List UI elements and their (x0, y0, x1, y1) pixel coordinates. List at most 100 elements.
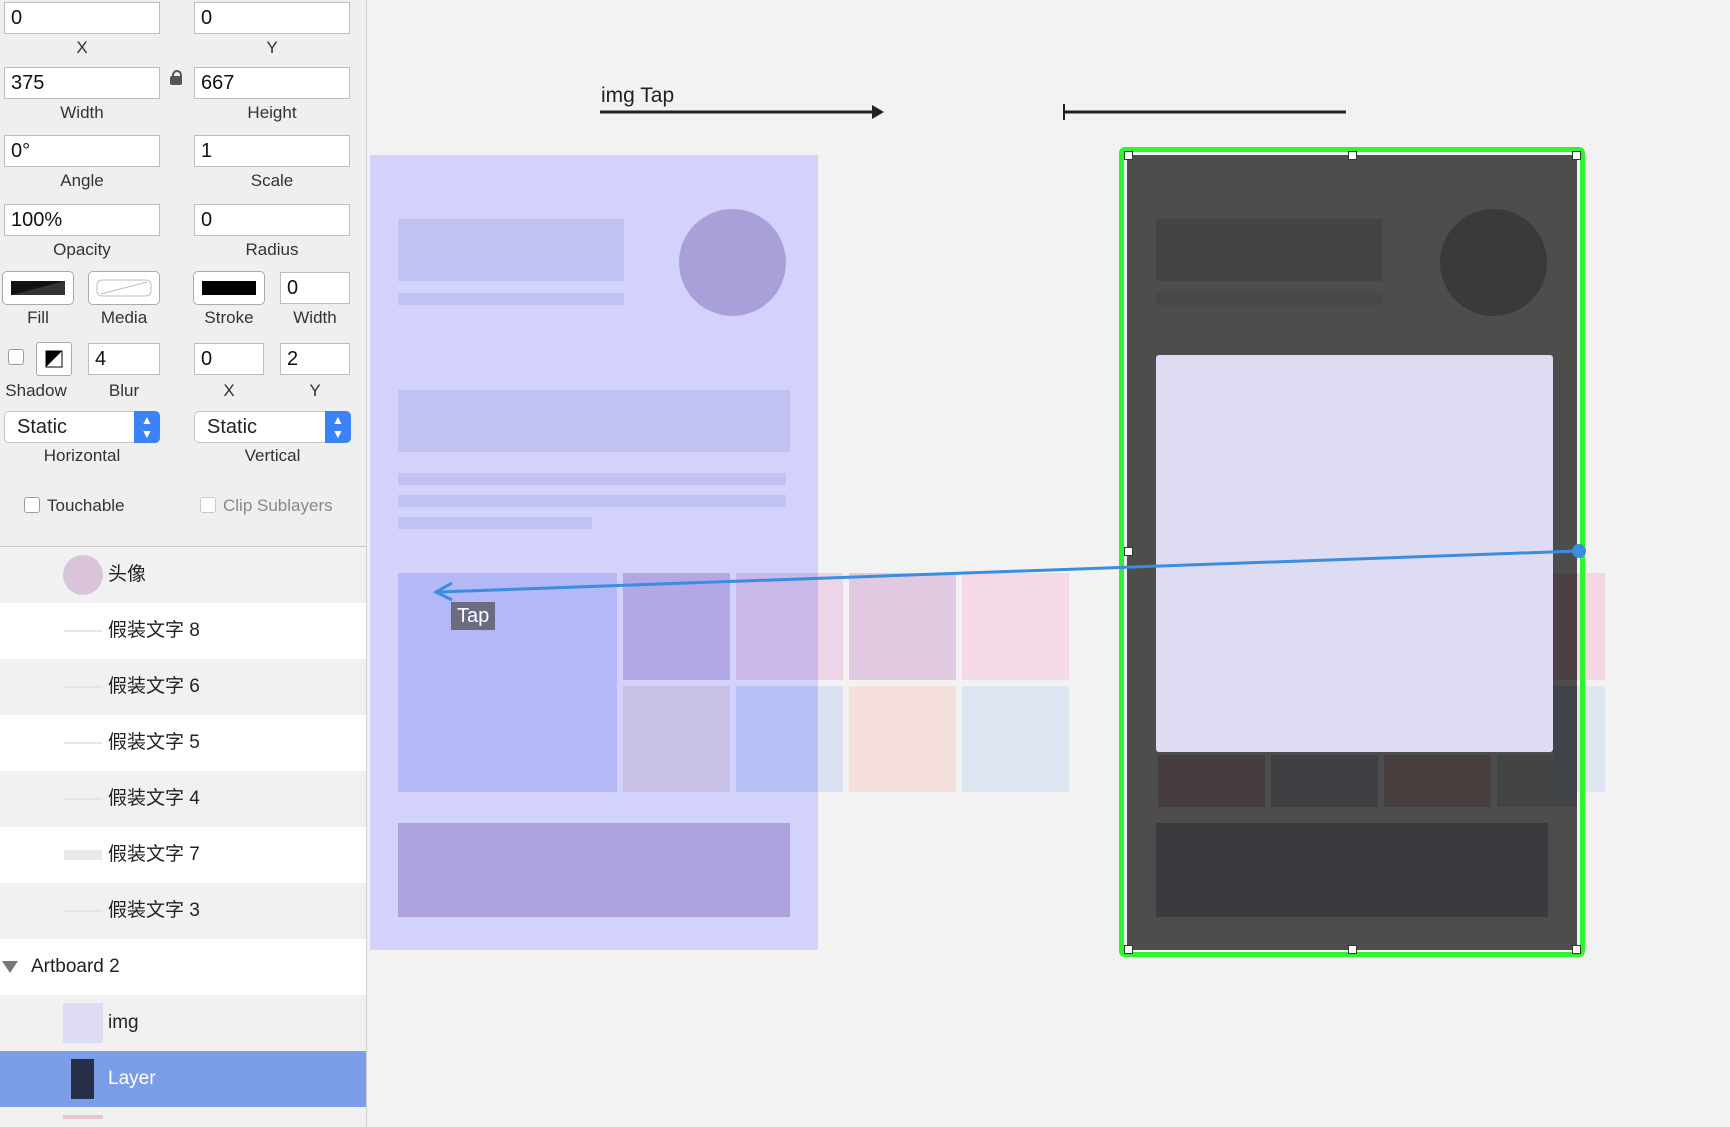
inspector-panel: 0 X 0 Y 375 Width 667 Height 0° Angle 1 … (0, 0, 367, 546)
layer-label: 假装文字 3 (108, 900, 200, 921)
transition-line-icon (1063, 104, 1346, 120)
layer-label: img (108, 1012, 139, 1033)
opacity-caption: Opacity (53, 240, 111, 259)
avatar[interactable] (679, 209, 786, 316)
title-placeholder (398, 219, 624, 281)
resize-handle[interactable] (1124, 945, 1133, 954)
blur-caption: Blur (108, 381, 140, 400)
layer-row-img[interactable]: img (0, 995, 366, 1051)
horizontal-caption: Horizontal (43, 446, 121, 465)
layer-thumbnail-icon (63, 1115, 103, 1119)
text-line-placeholder (398, 495, 786, 507)
layer-label: 假装文字 4 (108, 788, 200, 809)
y-caption: Y (266, 38, 278, 57)
shadow-x-caption: X (223, 381, 235, 400)
x-caption: X (76, 38, 88, 57)
text-thumbnail-icon (64, 910, 102, 912)
horizontal-select-value: Static (17, 416, 68, 438)
shadow-blur-input[interactable]: 4 (88, 343, 160, 375)
shadow-y-caption: Y (309, 381, 321, 400)
layer-row-text3[interactable]: 假装文字 3 (0, 883, 366, 939)
shadow-checkbox[interactable] (8, 349, 24, 365)
lock-ratio-icon[interactable] (170, 70, 182, 85)
fill-caption: Fill (27, 308, 49, 327)
text-line-placeholder (398, 473, 786, 485)
layer-row-partial[interactable] (0, 1107, 366, 1127)
layer-label: 假装文字 6 (108, 676, 200, 697)
layer-row-text8[interactable]: 假装文字 8 (0, 603, 366, 659)
height-caption: Height (247, 103, 297, 122)
grid-tile[interactable] (849, 686, 956, 792)
layer-label: 假装文字 5 (108, 732, 200, 753)
scale-caption: Scale (250, 171, 294, 190)
layer-row-text6[interactable]: 假装文字 6 (0, 659, 366, 715)
layer-label: Artboard 2 (31, 956, 120, 977)
resize-handle[interactable] (1348, 945, 1357, 954)
vertical-caption: Vertical (244, 446, 301, 465)
layer-row-avatar[interactable]: 头像 (0, 547, 366, 603)
layer-row-text7[interactable]: 假装文字 7 (0, 827, 366, 883)
link-connector-icon (432, 544, 1586, 602)
radius-input[interactable]: 0 (194, 204, 350, 236)
subtitle-placeholder (398, 293, 624, 305)
stroke-width-caption: Width (293, 308, 337, 327)
grid-tile[interactable] (623, 686, 730, 792)
shadow-x-input[interactable]: 0 (194, 343, 264, 375)
stroke-color-icon (202, 281, 256, 295)
bottom-button-placeholder (398, 823, 790, 917)
layer-label: Layer (108, 1068, 156, 1089)
text-line-placeholder (398, 517, 592, 529)
layers-panel: 头像 假装文字 8 假装文字 6 假装文字 5 假装文字 4 假装文字 7 假装… (0, 546, 367, 1127)
fill-swatch[interactable] (2, 271, 74, 305)
circle-thumbnail-icon (63, 555, 103, 595)
x-input[interactable]: 0 (4, 2, 160, 34)
shadow-color-icon (45, 350, 63, 368)
y-input[interactable]: 0 (194, 2, 350, 34)
resize-handle[interactable] (1124, 151, 1133, 160)
shadow-color-swatch[interactable] (36, 342, 72, 376)
tap-gesture-badge[interactable]: Tap (451, 602, 496, 630)
height-input[interactable]: 667 (194, 67, 350, 99)
resize-handle[interactable] (1572, 945, 1581, 954)
resize-handle[interactable] (1348, 151, 1357, 160)
fill-gradient-icon (11, 281, 65, 295)
width-input[interactable]: 375 (4, 67, 160, 99)
text-thumbnail-icon (64, 686, 102, 688)
shadow-y-input[interactable]: 2 (280, 343, 350, 375)
width-caption: Width (60, 103, 104, 122)
updown-chevron-icon: ▲ ▼ (134, 411, 160, 443)
touchable-label: Touchable (47, 496, 125, 515)
media-empty-icon (96, 279, 152, 297)
angle-input[interactable]: 0° (4, 135, 160, 167)
img-tile[interactable] (398, 573, 617, 792)
layer-thumbnail-icon (71, 1059, 94, 1099)
layer-row-layer[interactable]: Layer (0, 1051, 366, 1107)
layer-row-artboard2[interactable]: Artboard 2 (0, 939, 366, 995)
touchable-checkbox[interactable] (24, 497, 40, 513)
scale-input[interactable]: 1 (194, 135, 350, 167)
stroke-caption: Stroke (204, 308, 254, 327)
radius-caption: Radius (245, 240, 299, 259)
image-thumbnail-icon (63, 1003, 103, 1043)
layer-label: 假装文字 7 (108, 844, 200, 865)
clip-sublayers-checkbox[interactable] (200, 497, 216, 513)
disclosure-triangle-icon[interactable] (2, 959, 18, 975)
banner-placeholder (398, 390, 790, 452)
updown-chevron-icon: ▲ ▼ (325, 411, 351, 443)
grid-tile-overflow (818, 686, 843, 792)
layer-label: 头像 (108, 564, 147, 585)
layer-row-text5[interactable]: 假装文字 5 (0, 715, 366, 771)
layer-row-text4[interactable]: 假装文字 4 (0, 771, 366, 827)
grid-tile[interactable] (962, 686, 1069, 792)
horizontal-select[interactable]: Static ▲ ▼ (4, 411, 160, 443)
opacity-input[interactable]: 100% (4, 204, 160, 236)
stroke-swatch[interactable] (193, 271, 265, 305)
angle-caption: Angle (60, 171, 104, 190)
resize-handle[interactable] (1572, 151, 1581, 160)
media-caption: Media (100, 308, 148, 327)
vertical-select[interactable]: Static ▲ ▼ (194, 411, 351, 443)
stroke-width-input[interactable]: 0 (280, 272, 350, 304)
text-thumbnail-icon (64, 798, 102, 800)
text-thumbnail-icon (64, 850, 102, 860)
media-swatch[interactable] (88, 271, 160, 305)
